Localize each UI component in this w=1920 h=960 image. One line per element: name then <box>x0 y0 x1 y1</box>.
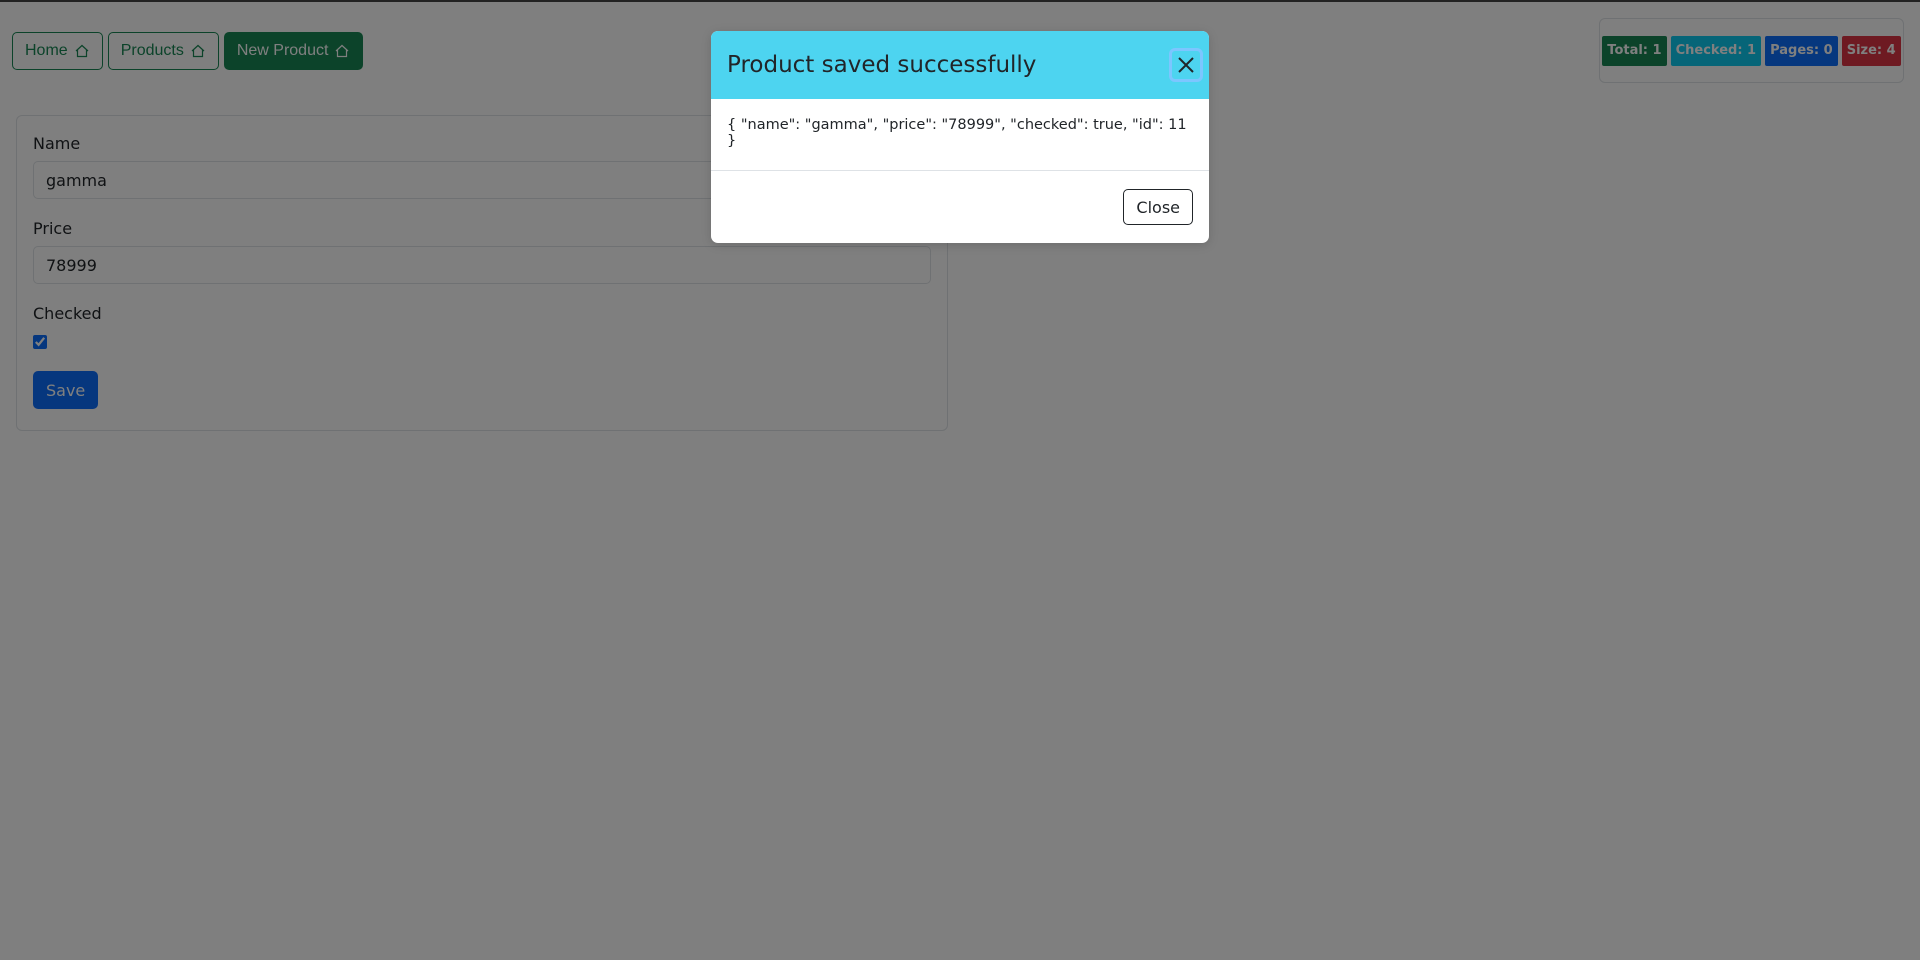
close-icon <box>1178 57 1194 73</box>
modal-footer: Close <box>711 171 1209 243</box>
modal-close-x-button[interactable] <box>1169 48 1203 82</box>
modal-title: Product saved successfully <box>727 52 1037 78</box>
success-modal: Product saved successfully { "name": "ga… <box>711 31 1209 243</box>
modal-close-button[interactable]: Close <box>1123 189 1193 225</box>
modal-body: { "name": "gamma", "price": "78999", "ch… <box>711 99 1209 171</box>
modal-header: Product saved successfully <box>711 31 1209 99</box>
